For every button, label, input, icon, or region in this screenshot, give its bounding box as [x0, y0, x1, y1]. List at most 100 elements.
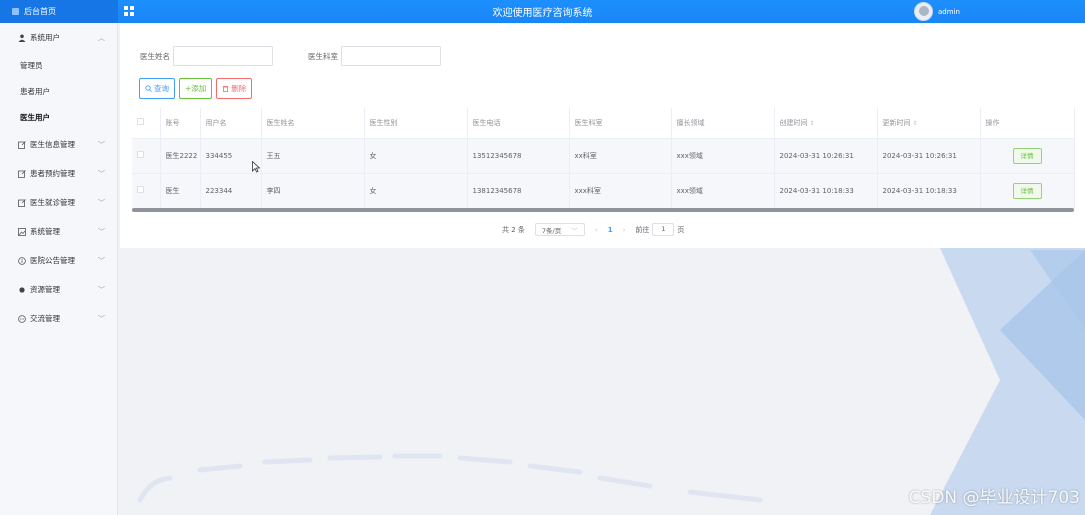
- row-checkbox[interactable]: [137, 151, 144, 158]
- column-header: 医生性别: [364, 108, 468, 139]
- column-header-updated[interactable]: 更新时间 ⇕: [877, 108, 981, 139]
- select-all-cell[interactable]: [132, 108, 161, 139]
- current-page[interactable]: 1: [608, 226, 613, 234]
- cell-created: 2024-03-31 10:26:31: [774, 138, 878, 174]
- sidebar-item-label: 系统管理: [30, 227, 60, 236]
- user-menu[interactable]: admin: [914, 2, 960, 21]
- table-row[interactable]: 医生2222 334455 王五 女 13512345678 xx科室 xxx领…: [132, 138, 1075, 174]
- row-select-cell[interactable]: [132, 173, 161, 209]
- chevron-down-icon: ﹀: [98, 170, 105, 178]
- sidebar-item-label: 医生就诊管理: [30, 198, 75, 207]
- sidebar-item-resources[interactable]: 资源管理 ﹀: [0, 275, 117, 304]
- detail-button[interactable]: 详情: [1012, 147, 1042, 164]
- cell-name: 李四: [261, 173, 365, 209]
- cell-field: xxx领域: [671, 173, 775, 209]
- edit-icon: [17, 198, 26, 207]
- top-bar: 后台首页 欢迎使用医疗咨询系统 admin: [0, 0, 1085, 23]
- page-size-select[interactable]: 7条/页 ﹀: [534, 223, 585, 236]
- column-header: 操作: [980, 108, 1075, 139]
- sidebar-item-label: 医院公告管理: [30, 256, 75, 265]
- row-select-cell[interactable]: [132, 138, 161, 174]
- avatar[interactable]: [914, 2, 933, 21]
- sort-icon[interactable]: ⇕: [810, 120, 815, 127]
- cell-phone: 13512345678: [467, 138, 570, 174]
- cell-dept: xxx科室: [569, 173, 672, 209]
- table-row[interactable]: 医生 223344 李四 女 13812345678 xxx科室 xxx领域 2…: [132, 173, 1075, 209]
- sidebar-item-communication[interactable]: 交流管理 ﹀: [0, 304, 117, 333]
- main-panel: 医生姓名 医生科室 查询 +添加 删除 账号 用户名 医生姓名 医生性别 医生电…: [120, 24, 1085, 248]
- mouse-cursor-icon: [252, 161, 260, 173]
- cell-username: 223344: [200, 173, 262, 209]
- sidebar-item-appointments[interactable]: 患者预约管理 ﹀: [0, 159, 117, 188]
- delete-button-label: 删除: [231, 84, 247, 93]
- column-header-created[interactable]: 创建时间 ⇕: [774, 108, 878, 139]
- query-button-label: 查询: [154, 84, 169, 93]
- delete-button[interactable]: 删除: [216, 78, 253, 99]
- sidebar-item-system[interactable]: 系统管理 ﹀: [0, 217, 117, 246]
- chevron-up-icon: ︿: [98, 34, 105, 42]
- search-icon: [145, 85, 152, 92]
- next-page-icon[interactable]: ›: [623, 226, 626, 234]
- doctor-dept-label: 医生科室: [308, 51, 338, 61]
- cell-phone: 13812345678: [467, 173, 570, 209]
- user-icon: [17, 33, 26, 42]
- cell-account: 医生: [160, 173, 201, 209]
- edit-icon: [17, 140, 26, 149]
- cell-action: 详情: [980, 173, 1075, 209]
- cell-gender: 女: [364, 138, 468, 174]
- horizontal-scrollbar[interactable]: [132, 208, 1074, 212]
- sidebar-item-label: 医生信息管理: [30, 140, 75, 149]
- column-header: 医生电话: [467, 108, 570, 139]
- column-header-label: 创建时间: [779, 118, 808, 127]
- pagination: 共 2 条 7条/页 ﹀ ‹ 1 › 前往 1 页: [502, 223, 684, 236]
- column-header: 医生科室: [569, 108, 672, 139]
- sidebar-item-announcements[interactable]: 医院公告管理 ﹀: [0, 246, 117, 275]
- prev-page-icon[interactable]: ‹: [595, 226, 598, 234]
- chat-icon: [17, 314, 26, 323]
- watermark: CSDN @毕业设计703: [908, 488, 1080, 508]
- add-button-label: +添加: [185, 84, 207, 93]
- sidebar-subitem-admin[interactable]: 管理员: [0, 52, 117, 78]
- cell-created: 2024-03-31 10:18:33: [774, 173, 878, 209]
- doctor-table: 账号 用户名 医生姓名 医生性别 医生电话 医生科室 擅长领域 创建时间 ⇕ 更新…: [132, 108, 1075, 209]
- sidebar-item-visits[interactable]: 医生就诊管理 ﹀: [0, 188, 117, 217]
- select-all-checkbox[interactable]: [137, 118, 144, 126]
- trash-icon: [223, 86, 229, 92]
- column-header-label: 更新时间: [882, 118, 911, 127]
- sidebar-item-label: 资源管理: [30, 285, 60, 294]
- goto-prefix: 前往: [635, 225, 650, 234]
- cell-account: 医生2222: [160, 138, 201, 174]
- sort-icon[interactable]: ⇕: [913, 120, 918, 127]
- sidebar-subitem-patient-users[interactable]: 患者用户: [0, 78, 117, 104]
- cell-updated: 2024-03-31 10:26:31: [877, 138, 981, 174]
- sidebar-item-system-users[interactable]: 系统用户 ︿: [0, 23, 117, 52]
- cell-name: 王五: [261, 138, 365, 174]
- doctor-name-input[interactable]: [173, 46, 273, 66]
- cell-gender: 女: [364, 173, 468, 209]
- goto-suffix: 页: [677, 225, 685, 234]
- doctor-name-label: 医生姓名: [140, 51, 170, 61]
- sidebar-item-doctor-info[interactable]: 医生信息管理 ﹀: [0, 130, 117, 159]
- search-form: 医生姓名 医生科室: [140, 46, 441, 66]
- chevron-down-icon: ﹀: [98, 257, 105, 265]
- username[interactable]: admin: [938, 8, 960, 16]
- query-button[interactable]: 查询: [139, 78, 175, 99]
- detail-button[interactable]: 详情: [1012, 182, 1042, 199]
- chevron-down-icon: ﹀: [98, 228, 105, 236]
- pager-total: 共 2 条: [502, 225, 525, 234]
- sidebar-subitem-doctor-users[interactable]: 医生用户: [0, 104, 117, 130]
- chevron-down-icon: ﹀: [571, 226, 578, 235]
- chevron-down-icon: ﹀: [98, 141, 105, 149]
- row-checkbox[interactable]: [137, 186, 144, 193]
- info-icon: [17, 256, 26, 265]
- column-header: 医生姓名: [261, 108, 365, 139]
- goto-page-input[interactable]: 1: [652, 223, 675, 236]
- sidebar-item-label: 系统用户: [30, 33, 60, 42]
- chevron-down-icon: ﹀: [98, 199, 105, 207]
- goto-page: 前往 1 页: [635, 223, 684, 236]
- column-header: 用户名: [200, 108, 262, 139]
- cell-field: xxx领域: [671, 138, 775, 174]
- add-button[interactable]: +添加: [179, 78, 213, 99]
- sidebar-item-label: 患者预约管理: [30, 169, 75, 178]
- doctor-dept-input[interactable]: [341, 46, 441, 66]
